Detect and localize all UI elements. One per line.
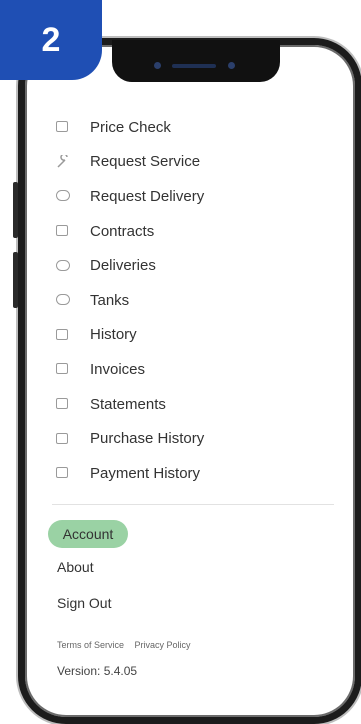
legal-links: Terms of Service Privacy Policy <box>57 640 191 650</box>
app-version: Version: 5.4.05 <box>57 664 138 678</box>
tank-icon <box>55 293 71 307</box>
menu-item-label: Payment History <box>90 464 201 482</box>
truck-icon <box>55 189 71 203</box>
menu-item-label: History <box>90 326 137 344</box>
menu-item-invoices[interactable]: Invoices <box>52 352 342 387</box>
menu-item-price-check[interactable]: Price Check <box>52 110 342 145</box>
phone-side-button <box>13 252 18 308</box>
invoice-icon <box>55 362 71 376</box>
terms-of-service-link[interactable]: Terms of Service <box>57 640 124 650</box>
menu-item-history[interactable]: History <box>52 318 342 353</box>
menu-item-label: Request Service <box>90 153 201 171</box>
statement-icon <box>55 397 71 411</box>
wrench-icon <box>55 153 71 169</box>
privacy-policy-link[interactable]: Privacy Policy <box>135 640 191 650</box>
menu-item-payment-history[interactable]: Payment History <box>52 456 342 491</box>
speaker-grille <box>172 64 216 68</box>
menu-item-label: Tanks <box>90 291 130 309</box>
menu-item-label: Request Delivery <box>90 187 205 205</box>
menu-item-deliveries[interactable]: Deliveries <box>52 248 342 283</box>
about-link[interactable]: About <box>57 559 94 575</box>
history-icon <box>55 328 71 342</box>
menu-item-label: Statements <box>90 395 166 413</box>
sign-out-button[interactable]: Sign Out <box>57 595 111 611</box>
menu-item-label: Purchase History <box>90 430 205 448</box>
menu-item-label: Invoices <box>90 360 146 378</box>
menu-item-label: Contracts <box>90 222 155 240</box>
menu-divider <box>52 504 334 505</box>
payment-icon <box>55 466 71 480</box>
menu-item-purchase-history[interactable]: Purchase History <box>52 421 342 456</box>
side-menu: Price Check Request Service Request Deli… <box>52 110 342 491</box>
menu-item-request-delivery[interactable]: Request Delivery <box>52 179 342 214</box>
phone-notch <box>112 40 280 82</box>
sensor-icon <box>228 62 235 69</box>
step-badge: 2 <box>0 0 102 80</box>
delivery-truck-icon <box>55 259 71 273</box>
camera-icon <box>154 62 161 69</box>
menu-item-label: Deliveries <box>90 257 156 275</box>
purchase-history-icon <box>55 432 71 446</box>
account-button[interactable]: Account <box>48 520 128 548</box>
menu-item-contracts[interactable]: Contracts <box>52 214 342 249</box>
menu-item-label: Price Check <box>90 118 171 136</box>
menu-item-statements[interactable]: Statements <box>52 387 342 422</box>
menu-item-tanks[interactable]: Tanks <box>52 283 342 318</box>
contract-icon <box>55 224 71 238</box>
menu-item-request-service[interactable]: Request Service <box>52 145 342 180</box>
price-check-icon <box>55 120 71 134</box>
phone-side-button <box>13 182 18 238</box>
